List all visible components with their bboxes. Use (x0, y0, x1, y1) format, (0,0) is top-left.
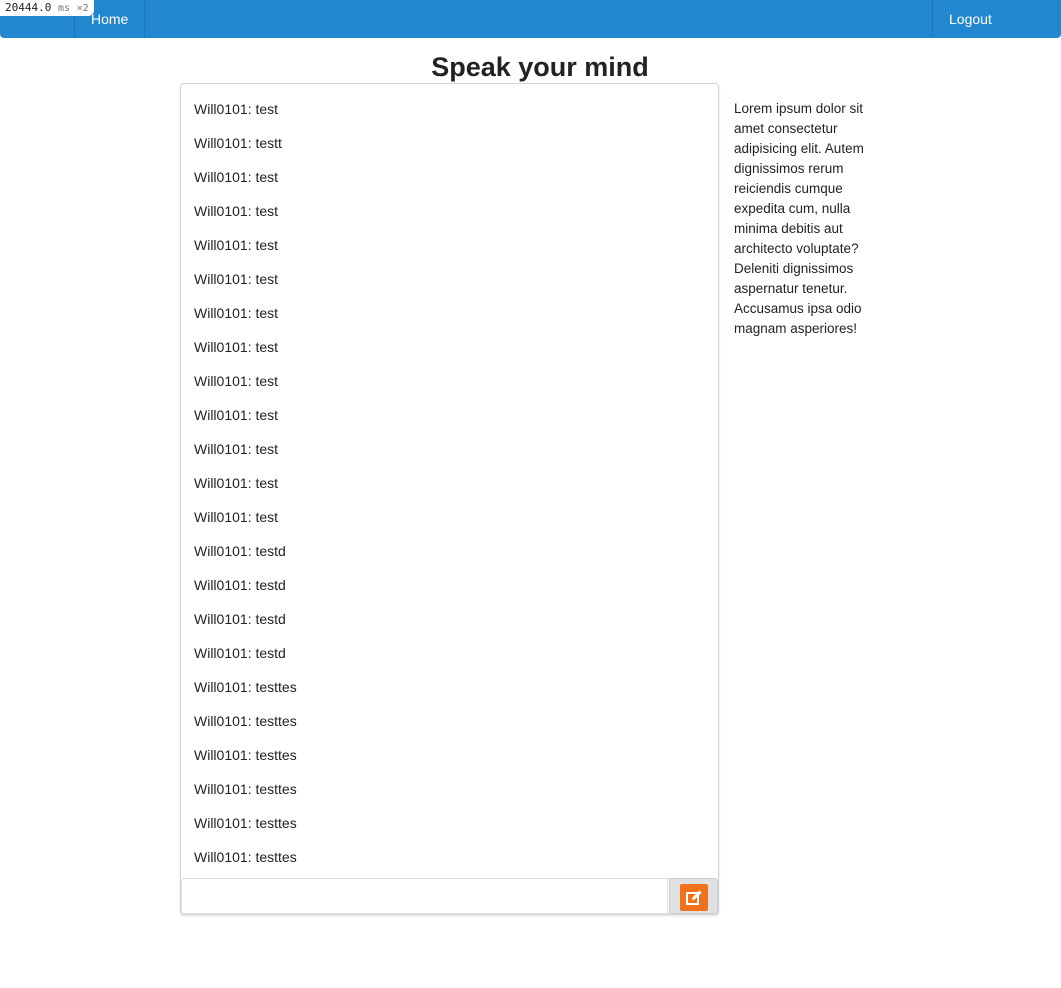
chat-message: Will0101: test (194, 407, 279, 423)
nav-right-group: Logout (932, 0, 1061, 38)
chat-message: Will0101: testtes (194, 679, 297, 695)
chat-message: Will0101: testd (194, 577, 286, 593)
chat-message: Will0101: test (194, 339, 279, 355)
chat-message: Will0101: test (194, 169, 279, 185)
send-message-button[interactable] (669, 878, 718, 914)
chat-message: Will0101: test (194, 509, 279, 525)
chat-message: Will0101: testtes (194, 747, 297, 763)
chat-panel: Will0101: test Will0101: testt Will0101: t… (180, 83, 719, 915)
debug-timer-badge: 20444.0 ms ×2 (0, 0, 94, 16)
chat-message: Will0101: test (194, 305, 279, 321)
chat-message: Will0101: testtes (194, 713, 297, 729)
sidebar-text: Lorem ipsum dolor sit amet consectetur a… (734, 101, 864, 336)
chat-message: Will0101: testtes (194, 781, 297, 797)
chat-message: Will0101: test (194, 441, 279, 457)
chat-message: Will0101: test (194, 203, 279, 219)
chat-message: Will0101: test (194, 271, 279, 287)
chat-message: Will0101: testd (194, 611, 286, 627)
chat-message: Will0101: testtes (194, 815, 297, 831)
chat-message: Will0101: test (194, 373, 279, 389)
timer-multiplier: ×2 (76, 3, 89, 14)
chat-message: Will0101: test (194, 475, 279, 491)
message-composer (181, 878, 718, 914)
page-title: Speak your mind (431, 52, 649, 82)
chat-message: Will0101: testt (194, 135, 282, 151)
timer-unit: ms (57, 3, 71, 14)
chat-message: Will0101: test (194, 101, 279, 117)
message-input[interactable] (181, 878, 668, 914)
message-list[interactable]: Will0101: test Will0101: testt Will0101: t… (181, 92, 718, 878)
logout-link[interactable]: Logout (933, 0, 1061, 38)
chat-message: Will0101: testtes (194, 849, 297, 865)
chat-message: Will0101: testd (194, 543, 286, 559)
chat-message: Will0101: testd (194, 645, 286, 661)
timer-value: 20444.0 (5, 1, 52, 14)
top-navbar: Home Logout (0, 0, 1061, 38)
chat-message: Will0101: test (194, 237, 279, 253)
edit-icon (680, 884, 708, 911)
